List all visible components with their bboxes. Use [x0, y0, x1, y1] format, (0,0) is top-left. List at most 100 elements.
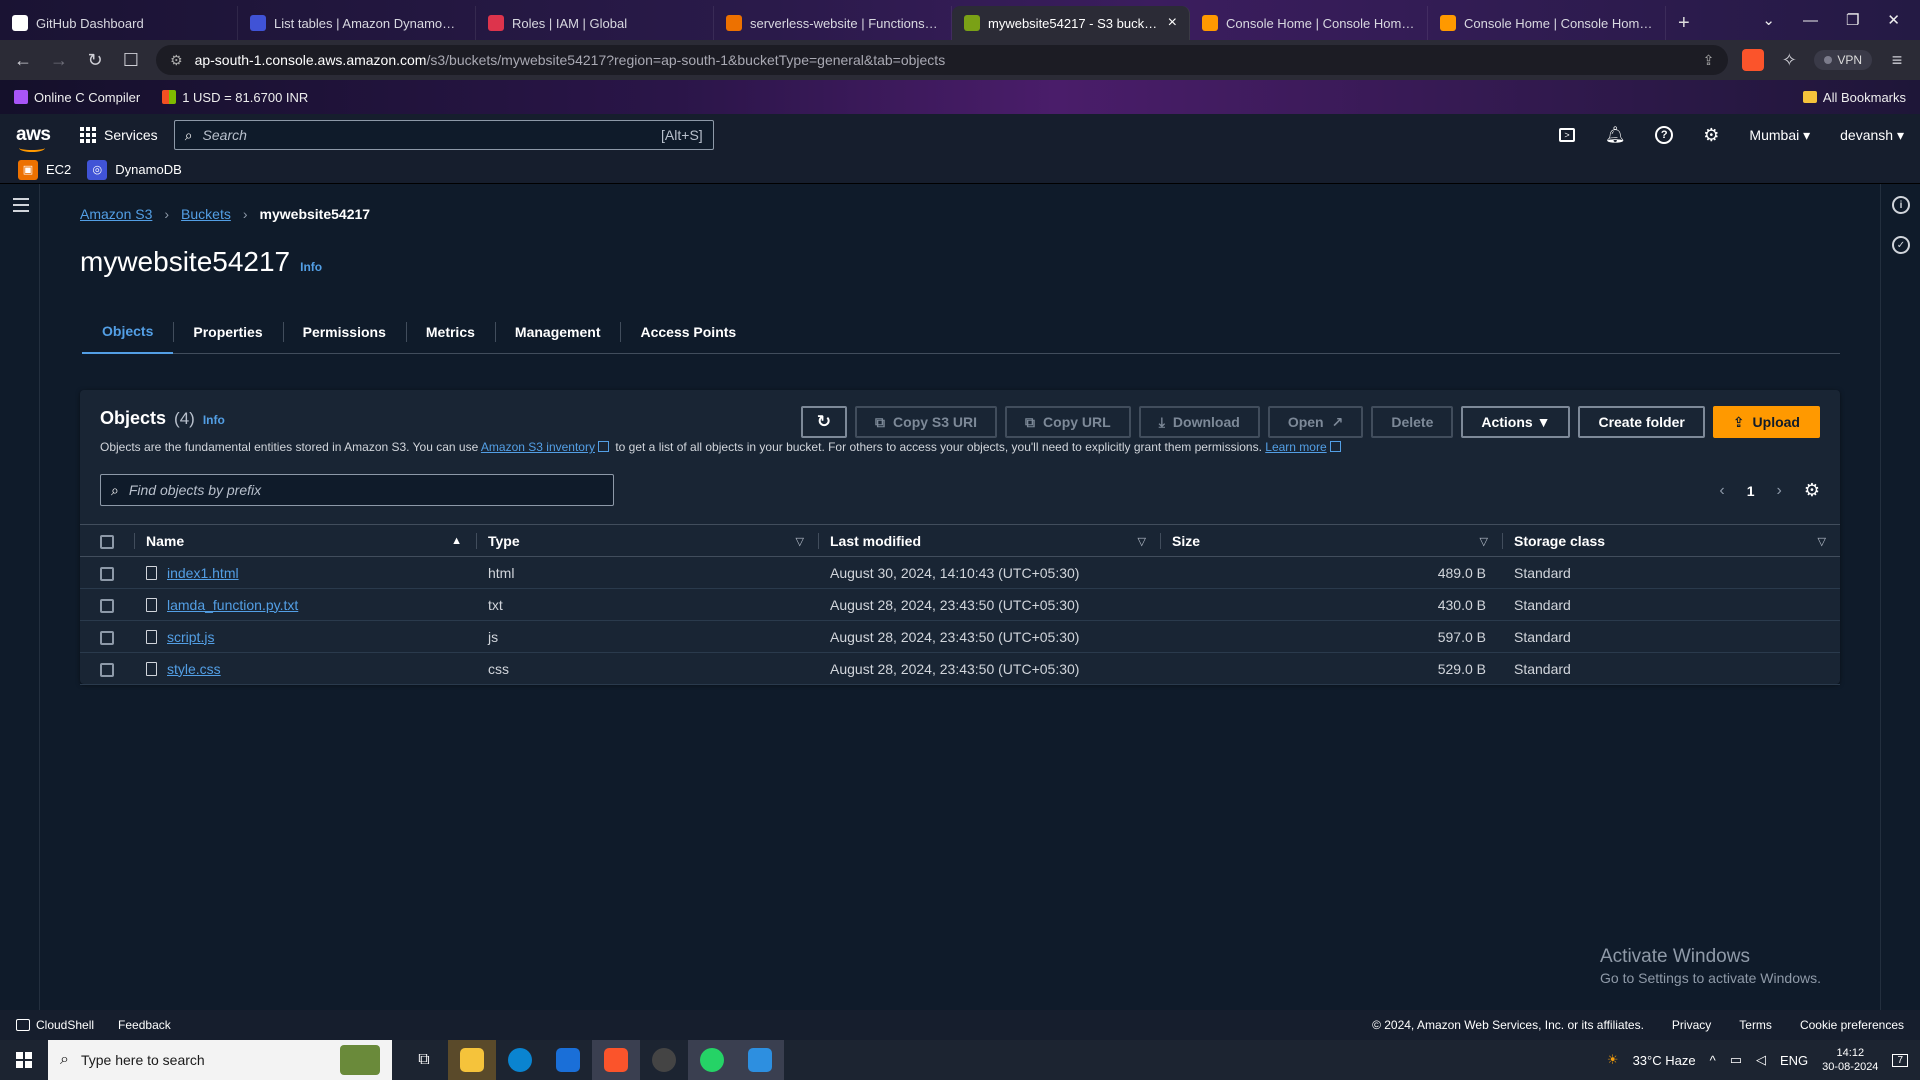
share-icon[interactable]: ⇪: [1703, 52, 1715, 69]
tab-objects[interactable]: Objects: [82, 310, 174, 354]
tab-management[interactable]: Management: [494, 310, 621, 353]
new-tab-button[interactable]: +: [1666, 6, 1702, 40]
show-hidden-icons[interactable]: ^: [1710, 1053, 1716, 1068]
col-last-modified[interactable]: Last modified ▽: [818, 524, 1160, 557]
feedback-link[interactable]: Feedback: [118, 1018, 171, 1032]
objects-info-link[interactable]: Info: [203, 413, 225, 427]
copy-url-button[interactable]: ⧉ Copy URL: [1005, 406, 1131, 438]
all-bookmarks[interactable]: All Bookmarks: [1802, 90, 1906, 105]
find-objects-input[interactable]: ⌕ Find objects by prefix: [100, 474, 614, 506]
tab-permissions[interactable]: Permissions: [282, 310, 406, 353]
object-name-link[interactable]: lamda_function.py.txt: [167, 597, 298, 613]
breadcrumb-amazon-s3[interactable]: Amazon S3: [80, 206, 152, 222]
aws-logo[interactable]: aws: [16, 124, 64, 152]
browser-tab[interactable]: List tables | Amazon DynamoDB Ma: [238, 6, 476, 40]
photos-icon[interactable]: [736, 1040, 784, 1080]
language-indicator[interactable]: ENG: [1780, 1053, 1808, 1068]
back-icon[interactable]: ←: [12, 50, 34, 71]
table-row[interactable]: index1.html html August 30, 2024, 14:10:43…: [80, 556, 1840, 589]
table-row[interactable]: script.js js August 28, 2024, 23:43:50 (UT…: [80, 620, 1840, 653]
brave-shields-icon[interactable]: [1742, 49, 1765, 71]
hamburger-menu-icon[interactable]: [13, 198, 29, 216]
browser-tab[interactable]: Console Home | Console Home | ap: [1428, 6, 1666, 40]
account-menu[interactable]: devansh ▾: [1840, 127, 1904, 144]
copy-s3-uri-button[interactable]: ⧉ Copy S3 URI: [855, 406, 998, 438]
tab-access-points[interactable]: Access Points: [620, 310, 756, 353]
edge-icon[interactable]: [496, 1040, 544, 1080]
reload-icon[interactable]: ↻: [84, 50, 106, 71]
network-icon[interactable]: ▭: [1730, 1052, 1742, 1068]
col-size[interactable]: Size ▽: [1160, 524, 1502, 557]
bookmark-icon[interactable]: ☐: [120, 50, 142, 71]
restore-icon[interactable]: ❐: [1846, 11, 1859, 29]
store-icon[interactable]: [544, 1040, 592, 1080]
console-search-input[interactable]: ⌕ Search [Alt+S]: [173, 120, 714, 150]
tab-properties[interactable]: Properties: [173, 310, 282, 353]
browser-tab[interactable]: Roles | IAM | Global: [476, 6, 714, 40]
site-info-icon[interactable]: ⚙: [170, 52, 183, 69]
learn-more-link[interactable]: Learn more: [1265, 440, 1326, 454]
row-checkbox[interactable]: [100, 566, 114, 581]
terms-link[interactable]: Terms: [1739, 1018, 1772, 1032]
refresh-button[interactable]: ↻: [800, 406, 848, 438]
services-menu[interactable]: Services: [80, 127, 158, 143]
close-tab-icon[interactable]: ×: [1168, 14, 1177, 32]
settings-gear-icon[interactable]: ⚙: [1703, 125, 1719, 146]
feedback-panel-icon[interactable]: ✓: [1892, 236, 1910, 254]
object-name-link[interactable]: script.js: [167, 629, 214, 645]
help-icon[interactable]: ?: [1655, 126, 1674, 144]
obs-icon[interactable]: [640, 1040, 688, 1080]
vpn-button[interactable]: VPN: [1814, 50, 1872, 70]
prev-page-icon[interactable]: ‹: [1719, 482, 1724, 500]
browser-tab[interactable]: mywebsite54217 - S3 bucket | S ×: [952, 6, 1190, 40]
task-view-icon[interactable]: ⧉: [400, 1040, 448, 1080]
object-name-link[interactable]: index1.html: [167, 565, 239, 581]
info-panel-icon[interactable]: i: [1892, 196, 1910, 214]
tab-metrics[interactable]: Metrics: [405, 310, 495, 353]
info-link[interactable]: Info: [300, 260, 322, 274]
table-row[interactable]: lamda_function.py.txt txt August 28, 2024,…: [80, 588, 1840, 621]
clock[interactable]: 14:12 30-08-2024: [1822, 1046, 1878, 1074]
col-type[interactable]: Type ▽: [476, 524, 818, 557]
row-checkbox[interactable]: [100, 662, 114, 677]
create-folder-button[interactable]: Create folder: [1578, 406, 1705, 438]
notifications-bell-icon[interactable]: 🔔︎: [1605, 125, 1625, 145]
browser-tab[interactable]: GitHub Dashboard: [0, 6, 238, 40]
favorite-ec2[interactable]: ▣ EC2: [18, 159, 71, 180]
cloudshell-link[interactable]: CloudShell: [16, 1018, 94, 1032]
file-explorer-icon[interactable]: [448, 1040, 496, 1080]
download-button[interactable]: ⤓ Download: [1138, 406, 1260, 438]
volume-icon[interactable]: ◁: [1756, 1052, 1766, 1068]
object-name-link[interactable]: style.css: [167, 661, 221, 677]
bookmark-currency[interactable]: 1 USD = 81.6700 INR: [162, 90, 308, 105]
start-button[interactable]: [0, 1040, 48, 1080]
url-field[interactable]: ⚙ ap-south-1.console.aws.amazon.com/s3/b…: [156, 45, 1729, 75]
select-all-checkbox[interactable]: [100, 534, 114, 549]
open-button[interactable]: Open ↗: [1267, 406, 1364, 438]
brave-icon[interactable]: [592, 1040, 640, 1080]
table-row[interactable]: style.css css August 28, 2024, 23:43:50 (U…: [80, 652, 1840, 685]
browser-tab[interactable]: serverless-website | Functions | Lam: [714, 6, 952, 40]
bookmark-online-c-compiler[interactable]: Online C Compiler: [14, 90, 140, 105]
col-name[interactable]: Name ▲: [134, 524, 476, 557]
favorite-dynamodb[interactable]: ◎ DynamoDB: [87, 159, 182, 180]
row-checkbox[interactable]: [100, 598, 114, 613]
current-page[interactable]: 1: [1747, 483, 1755, 499]
delete-button[interactable]: Delete: [1371, 406, 1454, 438]
row-checkbox[interactable]: [100, 630, 114, 645]
table-preferences-gear-icon[interactable]: ⚙: [1804, 480, 1820, 501]
s3-inventory-link[interactable]: Amazon S3 inventory: [481, 440, 595, 454]
weather-text[interactable]: 33°C Haze: [1633, 1053, 1696, 1068]
minimize-icon[interactable]: —: [1803, 12, 1818, 29]
cookie-preferences-link[interactable]: Cookie preferences: [1800, 1018, 1904, 1032]
cloudshell-icon[interactable]: >: [1558, 128, 1575, 142]
actions-dropdown[interactable]: Actions ▼: [1461, 406, 1571, 438]
region-selector[interactable]: Mumbai ▾: [1749, 127, 1810, 144]
upload-button[interactable]: ⇪ Upload: [1712, 406, 1820, 438]
close-window-icon[interactable]: ✕: [1887, 11, 1900, 29]
col-storage-class[interactable]: Storage class ▽: [1502, 524, 1840, 557]
ai-assistant-icon[interactable]: ✧: [1778, 50, 1800, 71]
breadcrumb-buckets[interactable]: Buckets: [181, 206, 231, 222]
next-page-icon[interactable]: ›: [1777, 482, 1782, 500]
browser-tab[interactable]: Console Home | Console Home | ap: [1190, 6, 1428, 40]
